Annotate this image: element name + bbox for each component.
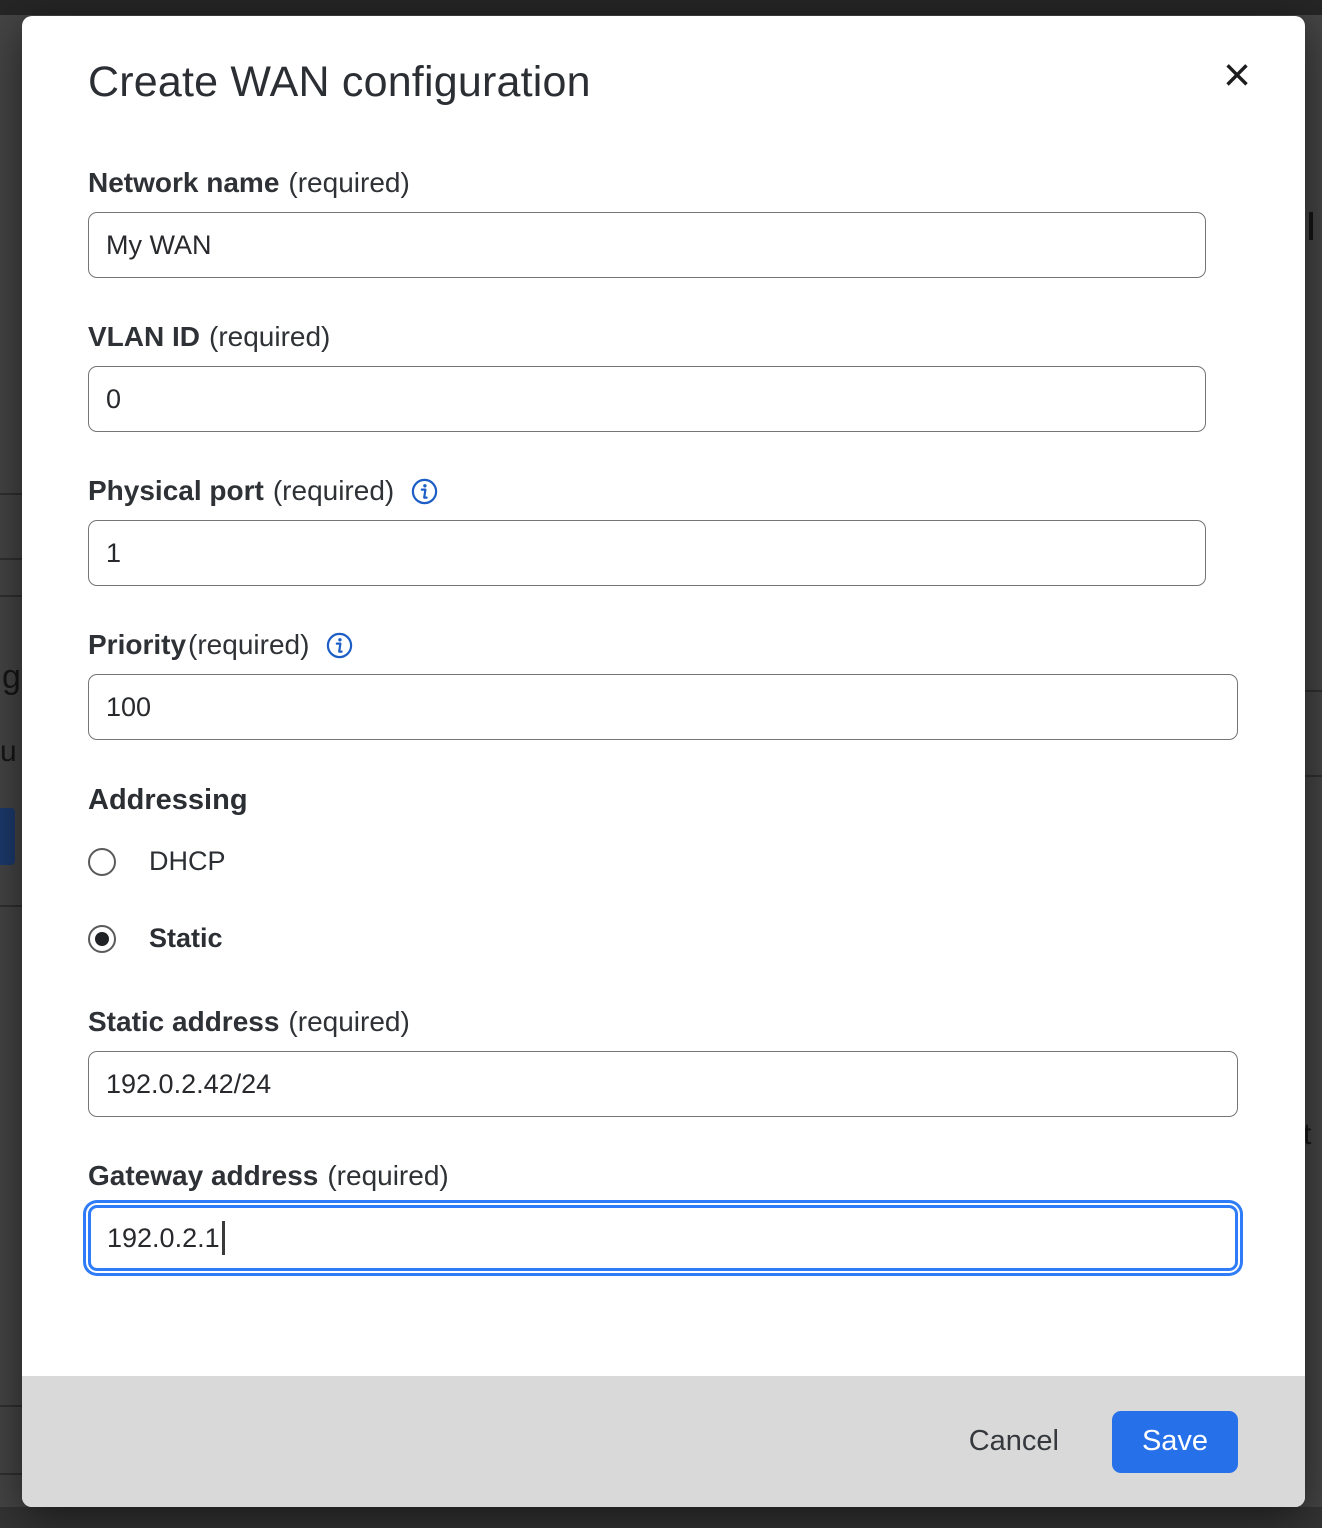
static-address-input[interactable] (88, 1051, 1238, 1117)
network-name-label: Network name (required) (88, 167, 1239, 199)
gateway-address-label: Gateway address (required) (88, 1160, 1239, 1192)
vlan-id-input[interactable] (88, 366, 1206, 432)
dialog-footer: Cancel Save (22, 1376, 1305, 1507)
background-row-divider (1305, 775, 1322, 777)
radio-unselected-icon (88, 848, 116, 876)
background-row-divider (0, 493, 22, 495)
background-row-divider (0, 595, 22, 597)
physical-port-input[interactable] (88, 520, 1206, 586)
save-button[interactable]: Save (1112, 1411, 1238, 1473)
priority-label: Priority (required) (88, 629, 1239, 661)
background-primary-button-fragment (0, 808, 15, 865)
background-row-divider (0, 1405, 22, 1407)
addressing-option-dhcp[interactable]: DHCP (88, 846, 1239, 877)
info-icon[interactable] (326, 632, 353, 659)
vlan-id-label: VLAN ID (required) (88, 321, 1239, 353)
background-topbar (0, 0, 1322, 15)
radio-selected-icon (88, 925, 116, 953)
background-row-divider (0, 558, 22, 560)
gateway-address-input[interactable]: 192.0.2.1 (88, 1205, 1238, 1271)
background-row-divider (0, 1473, 22, 1475)
static-address-label: Static address (required) (88, 1006, 1239, 1038)
background-bottom (0, 1507, 1322, 1528)
radio-label: Static (149, 923, 223, 954)
background-text-fragment (1309, 212, 1313, 240)
dialog-title: Create WAN configuration (88, 58, 1239, 107)
info-icon[interactable] (411, 478, 438, 505)
cancel-button[interactable]: Cancel (965, 1417, 1063, 1466)
addressing-option-static[interactable]: Static (88, 923, 1239, 954)
radio-label: DHCP (149, 846, 226, 877)
create-wan-configuration-dialog: × Create WAN configuration Network name … (22, 16, 1305, 1507)
background-row-divider (0, 905, 22, 907)
addressing-heading: Addressing (88, 784, 1239, 817)
background-row-divider (1305, 690, 1322, 692)
physical-port-label: Physical port (required) (88, 475, 1239, 507)
priority-input[interactable] (88, 674, 1238, 740)
network-name-input[interactable] (88, 212, 1206, 278)
background-text-fragment: u (0, 735, 17, 769)
text-cursor (222, 1221, 225, 1255)
background-text-fragment: g (2, 658, 21, 697)
